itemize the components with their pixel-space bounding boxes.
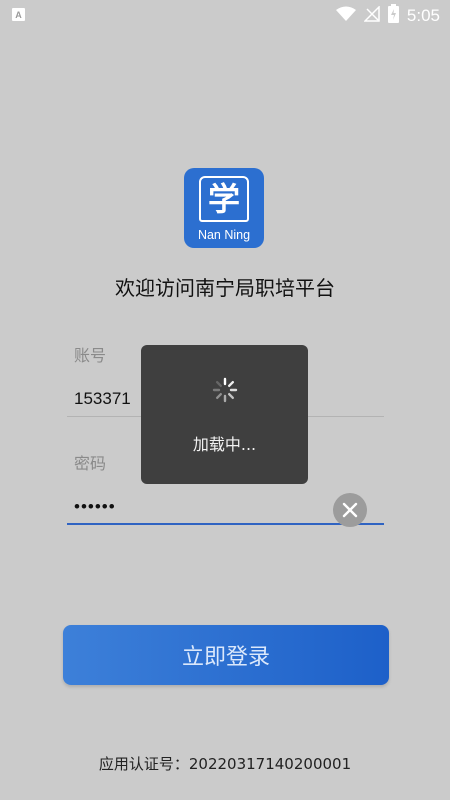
close-icon [342, 502, 358, 518]
account-label: 账号 [74, 346, 107, 365]
login-button[interactable]: 立即登录 [63, 625, 389, 685]
password-input[interactable]: •••••• [74, 497, 116, 517]
page-title: 欢迎访问南宁局职培平台 [115, 276, 335, 300]
loading-text: 加载中... [192, 435, 257, 454]
logo-text: Nan Ning [197, 228, 251, 242]
signal-off-icon [363, 4, 380, 27]
logo-book-icon: 学 [199, 176, 249, 222]
logo-glyph: 学 [207, 180, 240, 218]
clear-password-button[interactable] [333, 493, 367, 527]
wifi-icon [335, 6, 356, 27]
status-icons: 5:05 [335, 4, 440, 28]
status-time: 5:05 [406, 6, 440, 25]
password-label: 密码 [74, 454, 107, 473]
certificate-number: 应用认证号：20220317140200001 [98, 755, 352, 773]
password-underline [67, 523, 384, 525]
battery-charging-icon [387, 4, 399, 28]
account-input[interactable]: 153371 [74, 389, 131, 409]
spinner-icon [212, 377, 238, 403]
status-bar: A 5:05 [0, 0, 450, 30]
app-notification-icon: A [12, 8, 25, 21]
app-logo: 学 Nan Ning [184, 168, 264, 248]
login-button-label: 立即登录 [181, 645, 270, 670]
loading-dialog: 加载中... [141, 345, 308, 484]
